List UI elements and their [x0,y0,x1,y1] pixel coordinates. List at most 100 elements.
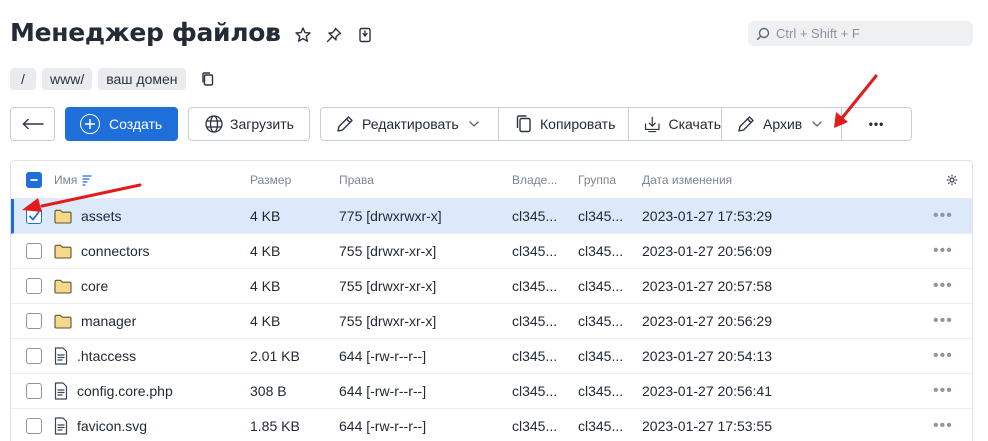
column-date[interactable]: Дата изменения [642,173,732,187]
folder-icon [54,244,72,259]
column-size[interactable]: Размер [250,173,291,187]
file-permissions[interactable]: 644 [-rw-r--r--] [339,383,426,399]
row-checkbox[interactable] [26,243,42,259]
file-permissions[interactable]: 775 [drwxrwxr-x] [339,208,442,224]
table-row[interactable]: assets 4 KB 775 [drwxrwxr-x] cl345... cl345.… [11,199,972,234]
row-menu-button[interactable]: ••• [933,277,953,295]
folder-icon [54,279,72,294]
file-name-cell[interactable]: favicon.svg [54,417,147,435]
file-name: core [81,278,109,294]
create-button[interactable]: Создать [65,107,178,141]
star-icon[interactable] [293,25,313,45]
table-header: Имя Размер Права Владе... Группа Дата из… [11,161,972,199]
file-icon [54,382,68,400]
breadcrumb-www[interactable]: www/ [42,68,93,90]
copy-icon [516,115,531,133]
row-checkbox[interactable] [26,278,42,294]
file-date: 2023-01-27 17:53:55 [642,418,772,434]
file-owner: cl345... [512,348,558,364]
file-name: manager [81,313,137,329]
column-owner[interactable]: Владе... [512,173,557,187]
row-menu-button[interactable]: ••• [933,207,953,225]
download-button[interactable]: Скачать [629,108,722,140]
row-checkbox[interactable] [26,418,42,434]
table-row[interactable]: manager 4 KB 755 [drwxr-xr-x] cl345... cl345… [11,304,972,339]
table-row[interactable]: .htaccess 2.01 KB 644 [-rw-r--r--] cl345...… [11,339,972,374]
pencil-icon [337,116,353,132]
row-checkbox[interactable] [26,383,42,399]
title-actions [262,25,375,45]
search-input[interactable] [776,26,966,41]
file-name-cell[interactable]: .htaccess [54,347,136,365]
file-size: 4 KB [250,208,281,224]
link-icon[interactable] [262,25,282,45]
file-group: cl345... [578,313,624,329]
file-date: 2023-01-27 20:56:09 [642,243,772,259]
breadcrumb-domain[interactable]: ваш домен [98,68,186,90]
file-name-cell[interactable]: config.core.php [54,382,173,400]
file-permissions[interactable]: 644 [-rw-r--r--] [339,348,426,364]
file-name-cell[interactable]: core [54,278,108,294]
table-row[interactable]: favicon.svg 1.85 KB 644 [-rw-r--r--] cl345.… [11,409,972,441]
edit-button[interactable]: Редактировать [321,108,499,140]
page-title: Менеджер файлов [10,18,281,47]
table-row[interactable]: core 4 KB 755 [drwxr-xr-x] cl345... cl345...… [11,269,972,304]
gear-icon[interactable] [946,174,958,186]
back-button[interactable] [10,107,55,141]
search-box[interactable] [748,21,973,46]
more-label: ••• [868,117,885,131]
file-name-cell[interactable]: connectors [54,243,149,259]
column-permissions[interactable]: Права [339,173,374,187]
upload-button[interactable]: Загрузить [188,107,310,141]
file-permissions[interactable]: 644 [-rw-r--r--] [339,418,426,434]
breadcrumb: / www/ ваш домен [10,68,216,90]
row-menu-button[interactable]: ••• [933,312,953,330]
breadcrumb-root[interactable]: / [10,68,36,90]
column-name[interactable]: Имя [54,173,92,187]
archive-label: Архив [763,116,803,132]
table-row[interactable]: config.core.php 308 B 644 [-rw-r--r--] cl34… [11,374,972,409]
download-icon [644,116,660,133]
file-permissions[interactable]: 755 [drwxr-xr-x] [339,278,436,294]
more-actions-button[interactable]: ••• [842,108,911,140]
row-menu-button[interactable]: ••• [933,382,953,400]
chevron-down-icon [469,121,479,127]
file-name-cell[interactable]: manager [54,313,136,329]
row-checkbox[interactable] [26,348,42,364]
sort-icon[interactable] [82,174,92,186]
file-permissions[interactable]: 755 [drwxr-xr-x] [339,313,436,329]
row-menu-button[interactable]: ••• [933,242,953,260]
folder-icon [54,314,72,329]
select-all-checkbox[interactable] [26,171,42,188]
file-name: assets [81,208,122,224]
column-group[interactable]: Группа [578,173,616,187]
file-date: 2023-01-27 20:56:41 [642,383,772,399]
arrow-left-icon [22,118,44,130]
plus-icon [80,114,100,134]
globe-icon [205,115,223,133]
file-group: cl345... [578,208,624,224]
row-checkbox[interactable] [26,313,42,329]
file-owner: cl345... [512,208,558,224]
bookmark-file-icon[interactable] [355,25,375,45]
upload-label: Загрузить [230,116,294,132]
pencil-icon [738,116,754,132]
file-name-cell[interactable]: assets [54,208,121,224]
folder-icon [54,209,72,224]
file-date: 2023-01-27 17:53:29 [642,208,772,224]
row-menu-button[interactable]: ••• [933,417,953,435]
pin-icon[interactable] [324,25,344,45]
table-row[interactable]: connectors 4 KB 755 [drwxr-xr-x] cl345... cl… [11,234,972,269]
file-name: .htaccess [77,348,137,364]
file-permissions[interactable]: 755 [drwxr-xr-x] [339,243,436,259]
copy-path-icon[interactable] [200,71,216,87]
file-icon [54,347,68,365]
row-menu-button[interactable]: ••• [933,347,953,365]
file-group: cl345... [578,418,624,434]
archive-button[interactable]: Архив [722,108,842,140]
file-group: cl345... [578,278,624,294]
file-actions-toolbar: Редактировать Копировать Скачать Архив •… [320,107,912,141]
row-checkbox[interactable] [26,208,42,224]
file-group: cl345... [578,383,624,399]
copy-button[interactable]: Копировать [499,108,629,140]
